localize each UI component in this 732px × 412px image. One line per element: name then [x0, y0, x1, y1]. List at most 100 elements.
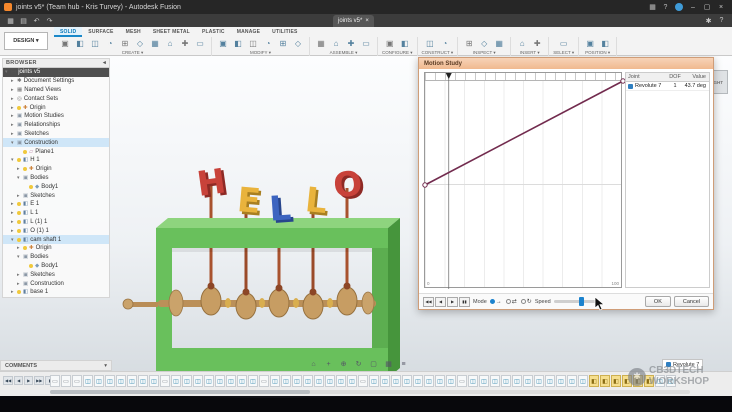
- timeline-feature-icon[interactable]: ◫: [94, 375, 104, 387]
- timeline-playback-button[interactable]: ▶: [24, 376, 34, 385]
- ribbon-tool-icon[interactable]: ✚: [344, 37, 358, 49]
- timeline-feature-icon[interactable]: ◫: [171, 375, 181, 387]
- viewport-nav-icon[interactable]: ↻: [353, 360, 364, 368]
- browser-item-body1[interactable]: ◆ Body1: [3, 182, 109, 191]
- undo-icon[interactable]: ↶: [30, 17, 43, 25]
- collapse-icon[interactable]: ◂: [103, 60, 106, 66]
- visibility-bulb-icon[interactable]: [23, 149, 27, 154]
- ribbon-tab-manage[interactable]: MANAGE: [231, 27, 266, 37]
- ribbon-tool-icon[interactable]: ▣: [383, 37, 397, 49]
- visibility-bulb-icon[interactable]: [17, 105, 21, 110]
- visibility-bulb-icon[interactable]: [17, 211, 21, 216]
- browser-item-body1[interactable]: ◆ Body1: [3, 262, 109, 271]
- ribbon-tool-icon[interactable]: ✚: [178, 37, 192, 49]
- scrollbar-thumb[interactable]: [50, 390, 310, 394]
- browser-item-origin[interactable]: ▸ ✚ Origin: [3, 244, 109, 253]
- timeline-feature-icon[interactable]: ◫: [281, 375, 291, 387]
- timeline-feature-icon[interactable]: ◫: [127, 375, 137, 387]
- ribbon-tool-icon[interactable]: ▦: [148, 37, 162, 49]
- playback-button[interactable]: ▶: [447, 296, 458, 307]
- ribbon-tab-surface[interactable]: SURFACE: [82, 27, 119, 37]
- browser-item-relationships[interactable]: ▸ ▣ Relationships: [3, 121, 109, 130]
- browser-item-l-1-1[interactable]: ▸ ◧ L (1) 1: [3, 218, 109, 227]
- visibility-bulb-icon[interactable]: [23, 246, 27, 251]
- ribbon-tool-icon[interactable]: ◫: [246, 37, 260, 49]
- timeline-feature-icon[interactable]: ◫: [325, 375, 335, 387]
- visibility-bulb-icon[interactable]: [17, 228, 21, 233]
- ribbon-tool-icon[interactable]: ⌂: [515, 37, 529, 49]
- cancel-button[interactable]: Cancel: [673, 296, 709, 307]
- timeline-feature-icon[interactable]: ◫: [369, 375, 379, 387]
- browser-item-e-1[interactable]: ▸ ◧ E 1: [3, 200, 109, 209]
- viewport-nav-icon[interactable]: ▢: [368, 360, 379, 368]
- document-tab[interactable]: joints v5* ×: [333, 15, 374, 27]
- timeline-feature-icon[interactable]: ◫: [138, 375, 148, 387]
- apps-grid-icon[interactable]: ▦: [646, 3, 659, 11]
- browser-item-plane1[interactable]: ▱ Plane1: [3, 147, 109, 156]
- ribbon-group-assemble[interactable]: ASSEMBLE ▾: [330, 50, 358, 56]
- timeline-scrollbar[interactable]: [50, 390, 690, 394]
- browser-item-construction[interactable]: ▾ ▣ Construction: [3, 138, 109, 148]
- visibility-bulb-icon[interactable]: [17, 290, 21, 295]
- timeline-feature-icon[interactable]: ▭: [358, 375, 368, 387]
- viewport-nav-icon[interactable]: ≡: [398, 361, 409, 368]
- timeline-feature-icon[interactable]: ◫: [391, 375, 401, 387]
- timeline-feature-icon[interactable]: ◫: [435, 375, 445, 387]
- browser-item-sketches[interactable]: ▸ ▣ Sketches: [3, 130, 109, 139]
- timeline-playback-button[interactable]: ◀◀: [3, 376, 14, 385]
- ribbon-tool-icon[interactable]: ◫: [88, 37, 102, 49]
- visibility-bulb-icon[interactable]: [29, 263, 33, 268]
- ribbon-tool-icon[interactable]: ▣: [216, 37, 230, 49]
- timeline-feature-icon[interactable]: ◫: [83, 375, 93, 387]
- ribbon-group-configure[interactable]: CONFIGURE ▾: [382, 50, 413, 56]
- speed-slider[interactable]: [553, 297, 596, 306]
- browser-item-joints-v5[interactable]: ▾ ▤ joints v5: [3, 68, 109, 77]
- ribbon-tool-icon[interactable]: ▭: [359, 37, 373, 49]
- ribbon-tab-utilities[interactable]: UTILITIES: [266, 27, 303, 37]
- timeline-feature-icon[interactable]: ◫: [336, 375, 346, 387]
- timeline-feature-icon[interactable]: ◧: [611, 375, 621, 387]
- timeline-feature-icon[interactable]: ◫: [116, 375, 126, 387]
- browser-item-l-1[interactable]: ▸ ◧ L 1: [3, 209, 109, 218]
- ok-button[interactable]: OK: [644, 296, 671, 307]
- dialog-titlebar[interactable]: Motion Study: [419, 58, 713, 69]
- timeline-feature-icon[interactable]: ◫: [204, 375, 214, 387]
- help-icon[interactable]: ?: [659, 4, 672, 11]
- data-panel-icon[interactable]: ▦: [4, 17, 17, 25]
- ribbon-group-inspect[interactable]: INSPECT ▾: [473, 50, 496, 56]
- ribbon-group-construct[interactable]: CONSTRUCT ▾: [422, 50, 454, 56]
- mode-radio[interactable]: [505, 299, 511, 304]
- browser-item-sketches[interactable]: ▸ ▣ Sketches: [3, 191, 109, 200]
- timeline-feature-icon[interactable]: ◫: [523, 375, 533, 387]
- ribbon-tool-icon[interactable]: ▣: [583, 37, 597, 49]
- motion-graph[interactable]: 0 100: [422, 72, 626, 289]
- viewport-nav-icon[interactable]: ▦: [383, 360, 394, 368]
- timeline-feature-icon[interactable]: ▭: [50, 375, 60, 387]
- ribbon-tool-icon[interactable]: ◧: [598, 37, 612, 49]
- visibility-bulb-icon[interactable]: [29, 184, 33, 189]
- timeline-feature-icon[interactable]: ◫: [303, 375, 313, 387]
- ribbon-tool-icon[interactable]: ▦: [492, 37, 506, 49]
- browser-item-base-1[interactable]: ▸ ◧ base 1: [3, 288, 109, 297]
- browser-item-construction[interactable]: ▸ ▣ Construction: [3, 279, 109, 288]
- timeline-feature-icon[interactable]: ◧: [600, 375, 610, 387]
- visibility-bulb-icon[interactable]: [17, 237, 21, 242]
- ribbon-tab-mesh[interactable]: MESH: [120, 27, 147, 37]
- ribbon-group-modify[interactable]: MODIFY ▾: [250, 50, 271, 56]
- timeline-feature-icon[interactable]: ◫: [105, 375, 115, 387]
- timeline-feature-icon[interactable]: ▭: [61, 375, 71, 387]
- timeline-feature-icon[interactable]: ◫: [501, 375, 511, 387]
- browser-item-h-1[interactable]: ▾ ◧ H 1: [3, 156, 109, 165]
- timeline-feature-icon[interactable]: ◫: [380, 375, 390, 387]
- browser-item-origin[interactable]: ▸ ✚ Origin: [3, 103, 109, 112]
- ribbon-tool-icon[interactable]: ◔: [261, 37, 275, 49]
- timeline-feature-icon[interactable]: ◫: [237, 375, 247, 387]
- ribbon-tool-icon[interactable]: ◔: [103, 37, 117, 49]
- timeline-feature-icon[interactable]: ◫: [556, 375, 566, 387]
- ribbon-tool-icon[interactable]: ⌂: [329, 37, 343, 49]
- ribbon-tool-icon[interactable]: ◧: [398, 37, 412, 49]
- ribbon-tab-plastic[interactable]: PLASTIC: [196, 27, 231, 37]
- timeline-feature-icon[interactable]: ◫: [182, 375, 192, 387]
- close-button[interactable]: ×: [714, 4, 728, 11]
- timeline-feature-icon[interactable]: ◫: [215, 375, 225, 387]
